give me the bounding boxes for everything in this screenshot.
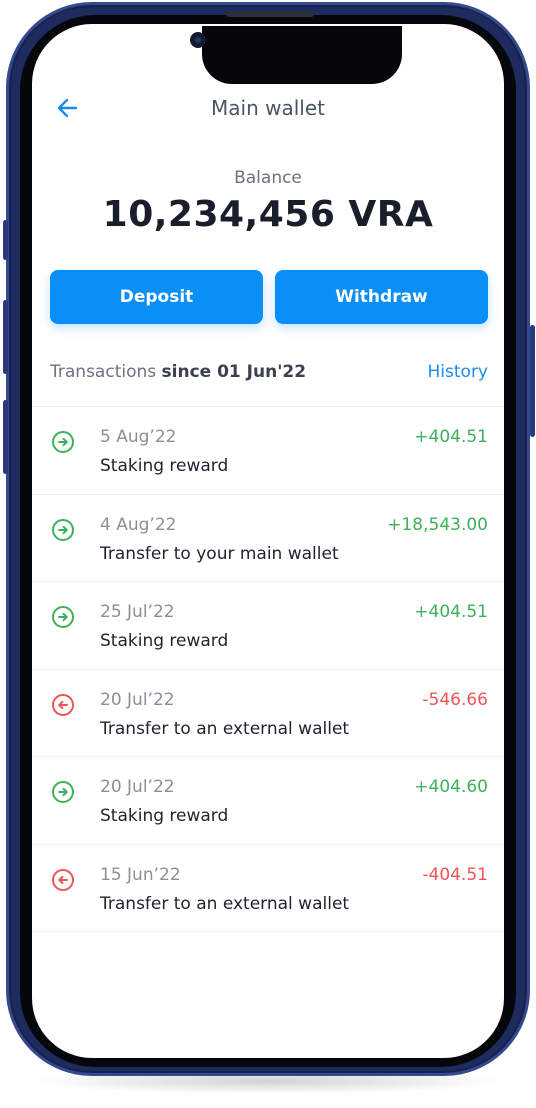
transaction-date: 5 Aug’22 xyxy=(100,427,177,447)
balance-value: 10,234,456 VRA xyxy=(102,194,434,235)
mute-switch xyxy=(3,220,8,260)
arrow-right-circle-icon xyxy=(51,605,75,629)
arrow-right-circle-icon xyxy=(51,518,75,542)
power-button xyxy=(530,325,535,437)
transaction-description: Staking reward xyxy=(100,456,229,476)
speaker-grille xyxy=(226,11,314,17)
arrow-right-circle-icon xyxy=(51,780,75,804)
transactions-heading: Transactions since 01 Jun'22 xyxy=(50,362,306,382)
transaction-date: 20 Jul’22 xyxy=(100,689,175,710)
arrow-right-circle-icon xyxy=(51,430,75,454)
withdraw-button[interactable]: Withdraw xyxy=(275,270,488,324)
notch xyxy=(202,26,402,84)
transaction-amount: +18,543.00 xyxy=(387,514,488,535)
transaction-date: 25 Jul’22 xyxy=(100,602,175,622)
transaction-amount: -404.51 xyxy=(422,864,488,885)
transaction-description: Transfer to an external wallet xyxy=(100,893,350,914)
volume-down-button xyxy=(3,400,8,474)
transaction-row[interactable]: 20 Jul’22 Transfer to an external wallet -… xyxy=(32,670,504,757)
transaction-row[interactable]: 20 Jul’22 Staking reward +404.60 xyxy=(32,757,504,844)
arrow-left-circle-icon xyxy=(51,868,75,892)
transactions-label: Transactions xyxy=(50,362,157,382)
transaction-row[interactable]: 25 Jul’22 Staking reward +404.51 xyxy=(32,582,504,669)
transaction-date: 4 Aug’22 xyxy=(100,514,177,535)
balance-label: Balance xyxy=(234,168,302,188)
transaction-row[interactable]: 15 Jun’22 Transfer to an external wallet -… xyxy=(32,845,504,932)
transaction-row[interactable]: 5 Aug’22 Staking reward +404.51 xyxy=(32,407,504,494)
transaction-amount: +404.60 xyxy=(414,777,488,797)
page-title: Main wallet xyxy=(211,96,325,120)
volume-up-button xyxy=(3,300,8,374)
arrow-left-circle-icon xyxy=(51,693,75,717)
transaction-row[interactable]: 4 Aug’22 Transfer to your main wallet +18,… xyxy=(32,495,504,582)
divider xyxy=(32,931,504,932)
transaction-date: 20 Jul’22 xyxy=(100,777,175,797)
transaction-date: 15 Jun’22 xyxy=(100,864,181,885)
front-camera xyxy=(190,32,206,48)
history-link[interactable]: History xyxy=(428,362,488,382)
deposit-button[interactable]: Deposit xyxy=(50,270,263,324)
transaction-amount: +404.51 xyxy=(414,602,488,622)
transaction-amount: +404.51 xyxy=(414,427,488,447)
transaction-description: Staking reward xyxy=(100,806,229,826)
app-screen: Main wallet Balance 10,234,456 VRA Depos… xyxy=(32,24,504,1058)
transaction-description: Transfer to your main wallet xyxy=(100,543,339,564)
transaction-description: Staking reward xyxy=(100,631,229,651)
transaction-amount: -546.66 xyxy=(422,689,488,710)
transactions-since: since 01 Jun'22 xyxy=(161,362,307,382)
transaction-description: Transfer to an external wallet xyxy=(100,718,350,739)
